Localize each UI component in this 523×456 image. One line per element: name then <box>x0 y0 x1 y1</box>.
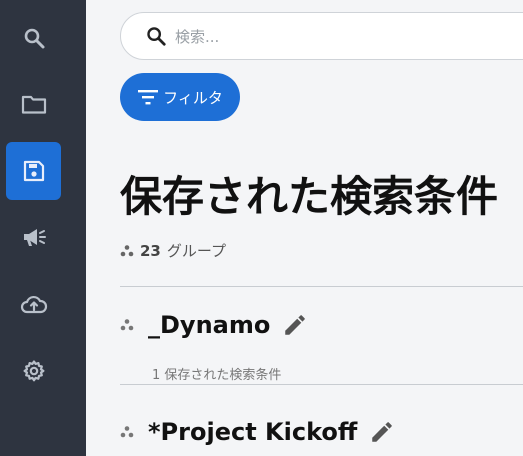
group-row[interactable]: _Dynamo <box>120 311 308 339</box>
gear-icon <box>23 360 44 382</box>
main-content: フィルタ 保存された検索条件 23 グループ _Dynamo 1 保存された検索… <box>86 0 523 456</box>
filter-icon <box>138 90 159 105</box>
folder-icon <box>21 95 46 114</box>
sidebar-item-announcements[interactable] <box>6 208 61 266</box>
group-count-unit: グループ <box>166 242 226 260</box>
search-box <box>120 12 523 60</box>
search-icon <box>24 28 44 49</box>
divider <box>120 384 523 385</box>
group-dots-icon <box>120 426 134 438</box>
group-dots-icon <box>120 244 134 256</box>
group-dots-icon <box>120 319 134 331</box>
filter-button-label: フィルタ <box>163 88 223 107</box>
sidebar-item-upload[interactable] <box>6 276 61 334</box>
page-title: 保存された検索条件 <box>120 172 499 221</box>
group-subtitle: 1 保存された検索条件 <box>152 368 282 383</box>
cloud-upload-icon <box>20 295 47 314</box>
sidebar-item-saved[interactable] <box>6 142 61 200</box>
sidebar-item-folders[interactable] <box>6 75 61 133</box>
divider <box>120 286 523 287</box>
group-count-number: 23 <box>140 241 161 260</box>
group-name[interactable]: _Dynamo <box>148 311 270 339</box>
sidebar <box>0 0 86 456</box>
group-count: 23 グループ <box>120 240 226 261</box>
megaphone-icon <box>23 229 46 246</box>
group-row[interactable]: *Project Kickoff <box>120 418 395 446</box>
pencil-icon[interactable] <box>369 419 395 445</box>
filter-button[interactable]: フィルタ <box>120 73 240 121</box>
search-icon <box>147 27 166 46</box>
sidebar-item-settings[interactable] <box>6 342 61 400</box>
save-icon <box>23 160 44 182</box>
sidebar-item-search[interactable] <box>6 9 61 67</box>
search-input[interactable] <box>173 22 523 52</box>
group-name[interactable]: *Project Kickoff <box>148 418 357 446</box>
pencil-icon[interactable] <box>282 312 308 338</box>
